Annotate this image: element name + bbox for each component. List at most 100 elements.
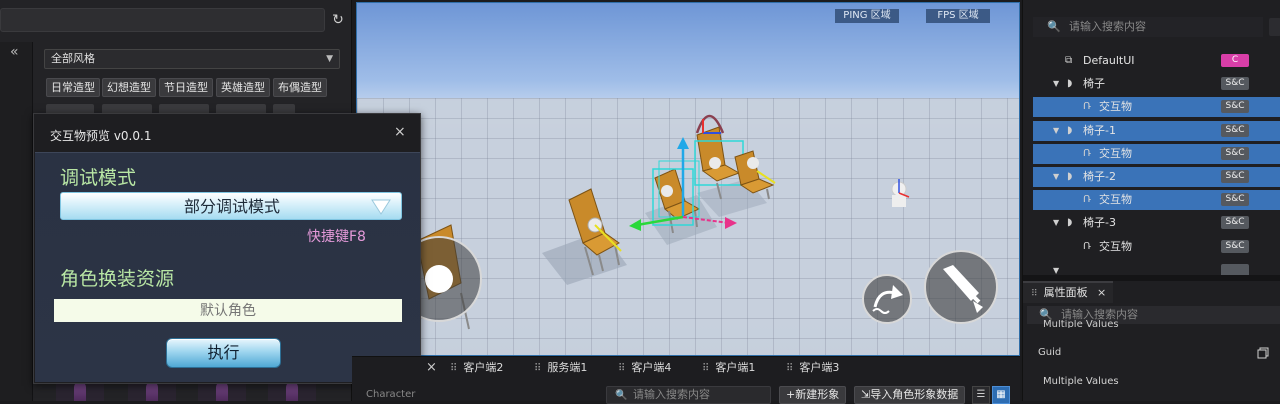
tree-row-defaultui[interactable]: ⧉ DefaultUI C xyxy=(1033,51,1280,71)
character-figure[interactable] xyxy=(891,179,910,207)
style-chip-daily[interactable]: 日常造型 xyxy=(46,78,100,97)
style-filter-value: 全部风格 xyxy=(51,52,95,65)
tab-server-1[interactable]: ⠿ 服务端1 xyxy=(534,358,587,378)
style-chip-festival[interactable]: 节日造型 xyxy=(159,78,213,97)
close-icon[interactable]: × xyxy=(1097,283,1106,303)
net-badge: S&C xyxy=(1221,147,1249,160)
net-badge: C xyxy=(1221,54,1249,67)
copy-icon[interactable] xyxy=(1257,347,1269,359)
tree-row-label: 椅子-2 xyxy=(1083,170,1116,183)
tree-row-chair[interactable]: ▼ ◗ 椅子 S&C xyxy=(1033,74,1280,94)
tab-label: 客户端3 xyxy=(799,361,840,374)
debug-mode-value: 部分调试模式 xyxy=(183,197,280,216)
dialog-body: 调试模式 部分调试模式 快捷键F8 角色换装资源 执行 xyxy=(35,152,420,382)
tab-properties[interactable]: ⠿ 属性面板 × xyxy=(1023,281,1113,303)
execute-button[interactable]: 执行 xyxy=(166,338,281,368)
tab-label: 属性面板 xyxy=(1043,286,1088,299)
search-placeholder: 请输入搜索内容 xyxy=(1069,20,1146,33)
costume-thumbnail[interactable] xyxy=(198,382,246,401)
tree-row-interactor[interactable]: Ռ 交互物 S&C xyxy=(1033,144,1280,164)
search-icon: 🔍 xyxy=(615,390,628,401)
tree-row-label: 交互物 xyxy=(1099,240,1132,253)
tab-client-3[interactable]: ⠿ 客户端3 xyxy=(786,358,839,378)
asset-path-bar[interactable] xyxy=(0,8,325,32)
tree-row-label: 交互物 xyxy=(1099,193,1132,206)
net-badge: S&C xyxy=(1221,77,1249,90)
chair-node-icon: ◗ xyxy=(1067,171,1073,182)
costume-search-input[interactable]: 🔍 请输入搜索内容 xyxy=(606,386,771,404)
chair-node-icon: ◗ xyxy=(1067,217,1073,228)
tab-client-4[interactable]: ⠿ 客户端4 xyxy=(618,358,671,378)
plus-icon: + xyxy=(786,388,796,401)
grip-icon: ⠿ xyxy=(618,363,626,374)
tree-row-interactor[interactable]: Ռ 交互物 S&C xyxy=(1033,190,1280,210)
costume-resource-label: 角色换装资源 xyxy=(60,268,175,290)
chevron-down-icon[interactable]: ▼ xyxy=(1053,121,1059,141)
jump-arrow-icon[interactable] xyxy=(862,274,912,324)
import-costume-button[interactable]: ⇲导入角色形象数据 xyxy=(854,386,966,404)
interactor-node-icon: Ռ xyxy=(1083,241,1091,252)
net-badge: S&C xyxy=(1221,100,1249,113)
tab-label: 服务端1 xyxy=(547,361,588,374)
style-filter-select[interactable]: 全部风格 ▼ xyxy=(44,49,340,69)
scene-viewport[interactable]: PING 区域 FPS 区域 xyxy=(356,2,1020,356)
chair-node-icon: ◗ xyxy=(1067,78,1073,89)
tree-row-interactor[interactable]: Ռ 交互物 S&C xyxy=(1033,97,1280,117)
sword-icon[interactable] xyxy=(924,250,998,324)
property-label-guid: Guid xyxy=(1038,347,1062,358)
style-chip-fantasy[interactable]: 幻想造型 xyxy=(102,78,156,97)
tree-row-label: DefaultUI xyxy=(1083,54,1135,67)
tab-label: 客户端2 xyxy=(463,361,504,374)
collapse-icon[interactable]: « xyxy=(10,44,19,60)
debug-mode-dropdown[interactable]: 部分调试模式 xyxy=(60,192,402,220)
tab-client-1[interactable]: ⠿ 客户端1 xyxy=(702,358,755,378)
tree-row-partial[interactable]: ▼ xyxy=(1033,261,1280,275)
style-chip-hero[interactable]: 英雄造型 xyxy=(216,78,270,97)
character-thumbnail-icon xyxy=(286,382,298,401)
chevron-down-icon[interactable]: ▼ xyxy=(1053,167,1059,187)
tab-client-2[interactable]: ⠿ 客户端2 xyxy=(450,358,503,378)
chevron-down-icon: ▼ xyxy=(1053,266,1060,275)
button-label: 导入角色形象数据 xyxy=(870,388,959,401)
close-icon[interactable]: × xyxy=(394,124,406,140)
costume-thumbnail[interactable] xyxy=(268,382,316,401)
net-badge xyxy=(1221,264,1249,275)
grip-icon: ⠿ xyxy=(786,363,794,374)
debug-mode-label: 调试模式 xyxy=(60,167,137,189)
net-badge: S&C xyxy=(1221,193,1249,206)
chevron-down-icon xyxy=(371,199,391,215)
costume-thumbnails xyxy=(42,382,352,401)
chair-node-icon: ◗ xyxy=(1067,125,1073,136)
tree-row-label: 交互物 xyxy=(1099,147,1132,160)
tree-row-label: 椅子-1 xyxy=(1083,124,1116,137)
filter-icon[interactable] xyxy=(1269,18,1280,36)
tree-row-interactor[interactable]: Ռ 交互物 S&C xyxy=(1033,237,1280,257)
asset-tree-rail xyxy=(0,42,33,401)
interactor-node-icon: Ռ xyxy=(1083,194,1091,205)
property-value: Multiple Values xyxy=(1043,376,1119,387)
costume-thumbnail[interactable] xyxy=(56,382,104,401)
grip-icon: ⠿ xyxy=(450,363,458,374)
tree-row-chair-3[interactable]: ▼ ◗ 椅子-3 S&C xyxy=(1033,213,1280,233)
hierarchy-search-input[interactable]: 🔍 请输入搜索内容 xyxy=(1033,17,1263,37)
chevron-down-icon[interactable]: ▼ xyxy=(1053,213,1059,233)
interactor-node-icon: Ռ xyxy=(1083,101,1091,112)
ui-node-icon: ⧉ xyxy=(1065,55,1073,66)
tree-row-chair-1[interactable]: ▼ ◗ 椅子-1 S&C xyxy=(1033,121,1280,141)
import-icon: ⇲ xyxy=(861,388,871,401)
style-chip-doll[interactable]: 布偶造型 xyxy=(273,78,327,97)
close-icon[interactable]: × xyxy=(426,360,442,375)
tab-label: 客户端4 xyxy=(631,361,672,374)
tab-label: 客户端1 xyxy=(715,361,756,374)
list-view-icon[interactable]: ☰ xyxy=(972,386,990,404)
scene-objects xyxy=(396,114,998,330)
grip-icon: ⠿ xyxy=(534,363,542,374)
chevron-down-icon[interactable]: ▼ xyxy=(1053,74,1059,94)
new-costume-button[interactable]: +新建形象 xyxy=(779,386,847,404)
role-input[interactable] xyxy=(54,299,402,322)
refresh-icon[interactable]: ↻ xyxy=(329,10,347,30)
tree-row-chair-2[interactable]: ▼ ◗ 椅子-2 S&C xyxy=(1033,167,1280,187)
grid-view-icon[interactable]: ▦ xyxy=(992,386,1010,404)
net-badge: S&C xyxy=(1221,216,1249,229)
costume-thumbnail[interactable] xyxy=(128,382,176,401)
